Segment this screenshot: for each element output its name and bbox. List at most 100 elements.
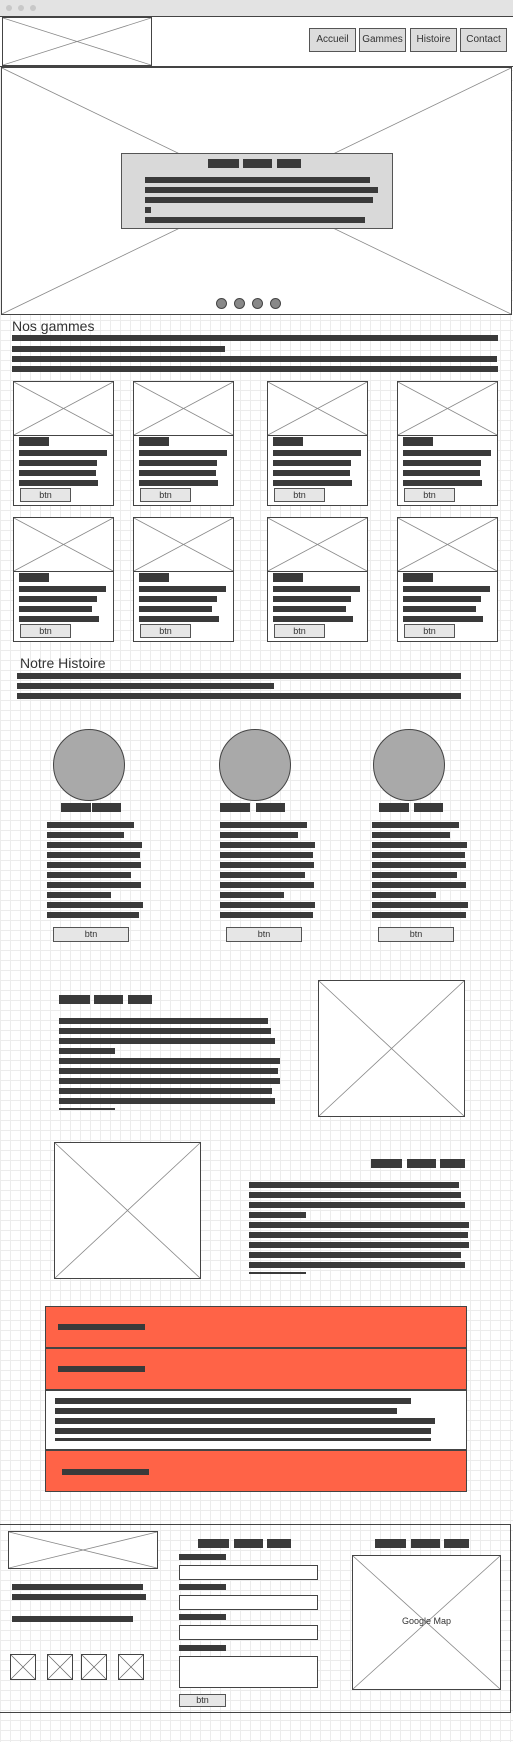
feature-text-line bbox=[59, 1098, 275, 1104]
feature-title-word bbox=[128, 995, 152, 1004]
product-card-image bbox=[13, 517, 114, 572]
product-card[interactable]: btn bbox=[267, 381, 368, 506]
nav-item-histoire[interactable]: Histoire bbox=[410, 28, 457, 52]
social-icon[interactable] bbox=[118, 1654, 144, 1680]
team-member-button[interactable]: btn bbox=[378, 927, 454, 942]
form-input[interactable] bbox=[179, 1565, 318, 1580]
product-card[interactable]: btn bbox=[397, 381, 498, 506]
form-input[interactable] bbox=[179, 1625, 318, 1640]
form-input[interactable] bbox=[179, 1595, 318, 1610]
carousel-dot[interactable] bbox=[252, 298, 263, 309]
product-card-button[interactable]: btn bbox=[274, 624, 325, 638]
carousel-dot[interactable] bbox=[270, 298, 281, 309]
product-card-text-line bbox=[403, 606, 476, 612]
team-member-avatar bbox=[53, 729, 125, 801]
window-dot-minimize[interactable] bbox=[18, 5, 24, 11]
footer-logo-placeholder[interactable] bbox=[8, 1531, 158, 1569]
hero-caption-text-line bbox=[145, 177, 370, 183]
form-field-label bbox=[179, 1554, 226, 1560]
footer-text-line bbox=[12, 1616, 133, 1622]
accordion-header[interactable] bbox=[45, 1348, 467, 1390]
feature-text-line bbox=[249, 1262, 465, 1268]
form-submit-button[interactable]: btn bbox=[179, 1694, 226, 1707]
nav-item-accueil[interactable]: Accueil bbox=[309, 28, 356, 52]
feature-image-placeholder bbox=[54, 1142, 201, 1279]
nav-item-contact[interactable]: Contact bbox=[460, 28, 507, 52]
window-dot-close[interactable] bbox=[6, 5, 12, 11]
product-card-button[interactable]: btn bbox=[404, 624, 455, 638]
product-card[interactable]: btn bbox=[13, 381, 114, 506]
team-member-bio-line bbox=[372, 872, 457, 878]
form-textarea[interactable] bbox=[179, 1656, 318, 1688]
team-member-bio-line bbox=[47, 872, 131, 878]
social-icon[interactable] bbox=[10, 1654, 36, 1680]
accordion-panel-line bbox=[55, 1408, 397, 1414]
histoire-intro-line bbox=[17, 673, 461, 679]
map-title-word bbox=[411, 1539, 440, 1548]
team-member-button[interactable]: btn bbox=[53, 927, 129, 942]
team-member-bio-line bbox=[220, 842, 315, 848]
product-card[interactable]: btn bbox=[133, 517, 234, 642]
site-footer: btn Google Map bbox=[0, 1524, 511, 1713]
product-card-title bbox=[273, 573, 303, 582]
product-card-image bbox=[13, 381, 114, 436]
product-card[interactable]: btn bbox=[397, 517, 498, 642]
team-member-bio-line bbox=[220, 872, 305, 878]
team-member-button[interactable]: btn bbox=[226, 927, 302, 942]
google-map-placeholder[interactable]: Google Map bbox=[352, 1555, 501, 1690]
team-member-bio-line bbox=[372, 902, 468, 908]
logo-placeholder-image[interactable] bbox=[2, 17, 152, 66]
accordion-header-label bbox=[58, 1324, 145, 1330]
product-card-text-line bbox=[273, 480, 352, 486]
feature-text-line bbox=[59, 1108, 115, 1110]
hero-caption-title-word bbox=[277, 159, 301, 168]
product-card[interactable]: btn bbox=[13, 517, 114, 642]
form-title-word bbox=[234, 1539, 263, 1548]
product-card-title bbox=[403, 573, 433, 582]
accordion-header-label bbox=[62, 1469, 149, 1475]
form-field-label bbox=[179, 1614, 226, 1620]
accordion-header[interactable] bbox=[45, 1306, 467, 1348]
team-member-avatar bbox=[373, 729, 445, 801]
footer-text-line bbox=[12, 1594, 146, 1600]
accordion-header[interactable] bbox=[45, 1450, 467, 1492]
histoire-intro-line bbox=[17, 693, 461, 699]
carousel-dot[interactable] bbox=[216, 298, 227, 309]
team-member-bio-line bbox=[372, 882, 466, 888]
product-card-button[interactable]: btn bbox=[404, 488, 455, 502]
team-member-bio-line bbox=[47, 832, 124, 838]
feature-text-line bbox=[249, 1202, 465, 1208]
team-member-bio-line bbox=[47, 882, 141, 888]
team-member-bio-line bbox=[47, 912, 139, 918]
product-card-button[interactable]: btn bbox=[20, 624, 71, 638]
gammes-section-title: Nos gammes bbox=[12, 318, 95, 334]
product-card-text-line bbox=[19, 596, 97, 602]
team-member-name-word bbox=[379, 803, 409, 812]
team-member-name-word bbox=[92, 803, 121, 812]
product-card[interactable]: btn bbox=[133, 381, 234, 506]
product-card-text-line bbox=[403, 586, 490, 592]
accordion-panel-line bbox=[55, 1438, 431, 1441]
team-member-bio-line bbox=[47, 862, 141, 868]
product-card-button[interactable]: btn bbox=[140, 624, 191, 638]
product-card[interactable]: btn bbox=[267, 517, 368, 642]
product-card-button[interactable]: btn bbox=[274, 488, 325, 502]
window-dot-maximize[interactable] bbox=[30, 5, 36, 11]
team-member-bio-line bbox=[220, 832, 298, 838]
product-card-button[interactable]: btn bbox=[20, 488, 71, 502]
product-card-text-line bbox=[403, 450, 491, 456]
gammes-intro-line bbox=[12, 356, 497, 362]
hero-caption-text-line bbox=[145, 207, 151, 213]
feature-image-placeholder bbox=[318, 980, 465, 1117]
feature-text-line bbox=[249, 1192, 461, 1198]
product-card-button[interactable]: btn bbox=[140, 488, 191, 502]
team-member-bio-line bbox=[47, 902, 143, 908]
social-icon[interactable] bbox=[47, 1654, 73, 1680]
carousel-dot[interactable] bbox=[234, 298, 245, 309]
feature-text-line bbox=[249, 1252, 461, 1258]
product-card-text-line bbox=[273, 606, 346, 612]
team-member-bio-line bbox=[47, 822, 134, 828]
nav-item-gammes[interactable]: Gammes bbox=[359, 28, 406, 52]
social-icon[interactable] bbox=[81, 1654, 107, 1680]
team-member-bio-line bbox=[372, 862, 466, 868]
